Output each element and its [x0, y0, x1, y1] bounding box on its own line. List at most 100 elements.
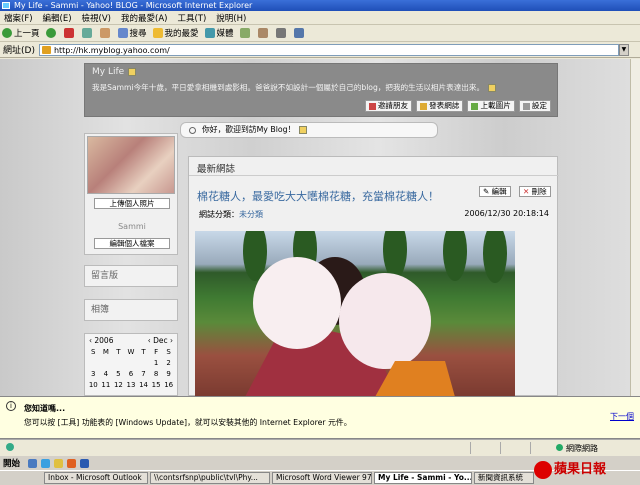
profile-name: Sammi: [118, 222, 146, 231]
post-title[interactable]: 棉花糖人，最愛吃大大嚿棉花糖，充當棉花糖人！: [197, 188, 439, 204]
section-title: 最新網誌: [197, 164, 236, 175]
pencil-icon: ✎: [483, 187, 492, 196]
menu-file[interactable]: 檔案(F): [4, 12, 33, 24]
menu-tools[interactable]: 工具(T): [177, 12, 206, 24]
address-dropdown-button[interactable]: ▼: [618, 43, 629, 56]
edit-post-button[interactable]: ✎ 編輯: [479, 186, 511, 197]
address-url: http://hk.myblog.yahoo.com/: [53, 45, 170, 55]
divider: [189, 175, 559, 176]
menu-edit[interactable]: 編輯(E): [43, 12, 72, 24]
post-photo: [195, 231, 515, 396]
next-tip-link[interactable]: 下一個: [610, 411, 634, 422]
info-icon: i: [6, 401, 16, 411]
tip-body: 您可以按 [工具] 功能表的 [Windows Update]，就可以安裝其他的…: [24, 418, 352, 427]
history-icon: [239, 28, 250, 38]
calendar-year-nav[interactable]: ‹ 2006: [89, 336, 113, 345]
print-button[interactable]: [275, 28, 288, 38]
desktop-icon[interactable]: [28, 458, 38, 468]
home-button[interactable]: [99, 28, 112, 38]
menu-help[interactable]: 說明(H): [216, 12, 246, 24]
refresh-button[interactable]: [81, 28, 94, 38]
address-label: 網址(D): [3, 46, 35, 56]
window-titlebar: My Life - Sammi - Yahoo! BLOG - Microsof…: [0, 0, 640, 11]
image-icon: [471, 102, 479, 110]
task-news-system[interactable]: 新聞資訊系統: [474, 472, 534, 484]
task-ie-blog[interactable]: My Life - Sammi - Yo...: [374, 472, 472, 484]
task-explorer[interactable]: \\contsrfsnp\public\tvl\Phy...: [150, 472, 270, 484]
calendar-weekdays: SMTWTFS: [91, 348, 171, 356]
status-divider: [500, 442, 501, 454]
calendar-week: 10 11 12 13 14 15 16: [88, 381, 174, 389]
address-bar: 網址(D) http://hk.myblog.yahoo.com/ ▼: [0, 42, 640, 58]
address-input[interactable]: http://hk.myblog.yahoo.com/: [38, 43, 619, 56]
greeting-bubble: 你好，歡迎到訪My Blog！: [180, 122, 438, 138]
media-player-icon[interactable]: [67, 458, 77, 468]
post-blog-button[interactable]: 發表網誌: [416, 100, 464, 112]
menu-bar: 檔案(F) 編輯(E) 檢視(V) 我的最愛(A) 工具(T) 說明(H): [0, 11, 640, 25]
word-icon[interactable]: [80, 458, 90, 468]
favorites-button[interactable]: 我的最愛: [152, 27, 199, 39]
guestbook-link[interactable]: 留言版: [84, 265, 178, 287]
task-word-viewer[interactable]: Microsoft Word Viewer 97...: [272, 472, 372, 484]
post-date: 2006/12/30 20:18:14: [464, 209, 549, 218]
blog-header: My Life 我是Sammi今年十歲，平日愛拿相機到處影相。爸爸說不如設計一個…: [84, 63, 558, 117]
refresh-icon: [81, 28, 92, 38]
edit-page-button[interactable]: [293, 28, 306, 38]
blog-description: 我是Sammi今年十歲，平日愛拿相機到處影相。爸爸說不如設計一個屬於自己的blo…: [92, 82, 497, 93]
upload-image-button[interactable]: 上載圖片: [467, 100, 515, 112]
search-button[interactable]: 搜尋: [117, 27, 147, 39]
category-link[interactable]: 未分類: [239, 210, 263, 219]
search-icon: [117, 28, 128, 38]
outlook-icon[interactable]: [54, 458, 64, 468]
back-button[interactable]: 上一頁: [2, 27, 40, 39]
mail-icon: [368, 102, 376, 110]
task-outlook[interactable]: Inbox - Microsoft Outlook: [44, 472, 148, 484]
profile-card: 上傳個人照片 Sammi 編輯個人檔案: [84, 133, 178, 255]
status-divider: [530, 442, 531, 454]
stop-button[interactable]: [63, 28, 76, 38]
apple-daily-logo: 蘋果日報: [530, 456, 638, 484]
page-viewport: My Life 我是Sammi今年十歲，平日愛拿相機到處影相。爸爸說不如設計一個…: [0, 59, 630, 396]
media-button[interactable]: 媒體: [204, 27, 234, 39]
edit-pencil-icon[interactable]: [128, 67, 137, 76]
edit-pencil-icon[interactable]: [488, 84, 497, 92]
history-button[interactable]: [239, 28, 252, 38]
media-icon: [204, 28, 215, 38]
calendar-header: ‹ 2006 ‹ Dec ›: [85, 334, 177, 345]
menu-favorites[interactable]: 我的最愛(A): [121, 12, 167, 24]
close-icon: ✕: [523, 187, 532, 196]
blog-title: My Life: [92, 67, 137, 77]
stop-icon: [63, 28, 74, 38]
pencil-icon: [420, 102, 428, 110]
invite-friends-button[interactable]: 邀請朋友: [364, 100, 413, 112]
delete-post-button[interactable]: ✕ 刪除: [519, 186, 551, 197]
header-buttons: 邀請朋友 發表網誌 上載圖片 設定: [364, 100, 551, 112]
album-link[interactable]: 相簿: [84, 299, 178, 321]
calendar-month-nav[interactable]: ‹ Dec ›: [148, 336, 173, 345]
mail-button[interactable]: [257, 28, 270, 38]
calendar-week: 12: [153, 359, 171, 367]
forward-arrow-icon: [45, 28, 56, 38]
speech-icon: [189, 126, 196, 134]
menu-view[interactable]: 檢視(V): [82, 12, 111, 24]
page-status-icon: [6, 443, 14, 451]
settings-button[interactable]: 設定: [518, 100, 551, 112]
calendar-week: 3456789: [91, 370, 171, 378]
ie-icon[interactable]: [41, 458, 51, 468]
forward-button[interactable]: [45, 28, 58, 38]
back-arrow-icon: [2, 28, 12, 38]
tip-title: 您知道嗎...: [24, 404, 66, 413]
page-favicon-icon: [41, 45, 51, 54]
edit-pencil-icon[interactable]: [299, 126, 308, 134]
start-button[interactable]: 開始: [3, 457, 20, 469]
edit-icon: [293, 28, 304, 38]
star-icon: [152, 28, 163, 38]
cotton-candy-photo: [243, 231, 507, 396]
vertical-scrollbar[interactable]: [630, 59, 640, 396]
status-divider: [470, 442, 471, 454]
ie-icon: [2, 2, 10, 9]
edit-profile-button[interactable]: 編輯個人檔案: [94, 238, 170, 249]
window-title: My Life - Sammi - Yahoo! BLOG - Microsof…: [14, 1, 253, 10]
upload-photo-button[interactable]: 上傳個人照片: [94, 198, 170, 209]
document-icon: [522, 102, 530, 110]
